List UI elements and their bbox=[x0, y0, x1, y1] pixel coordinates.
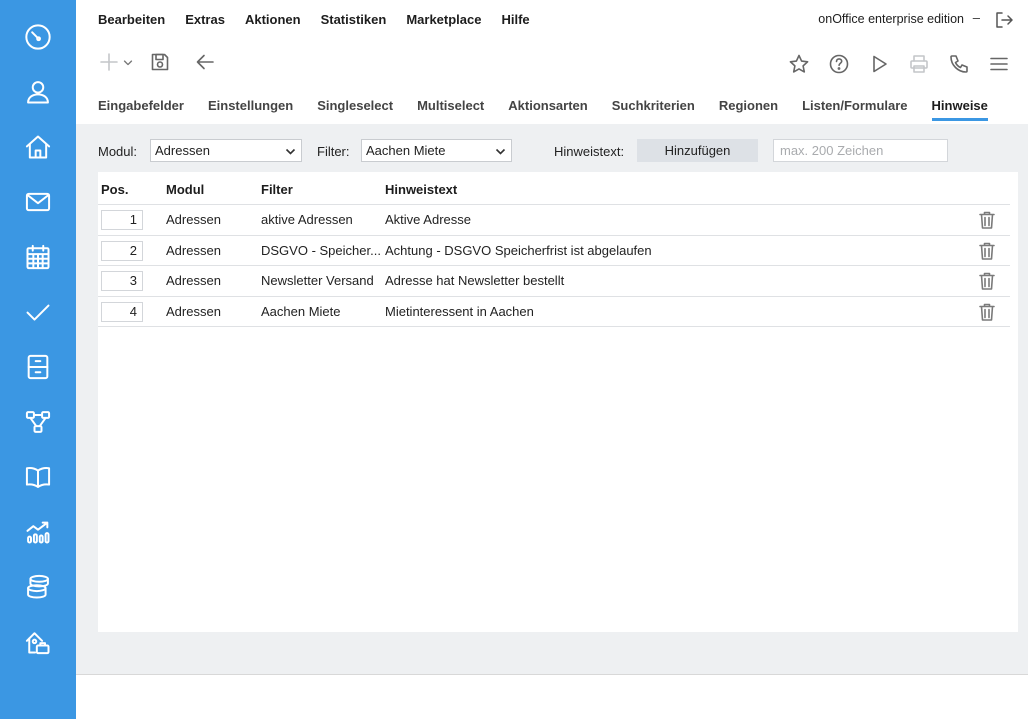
hamburger-menu-icon[interactable] bbox=[987, 52, 1011, 76]
filter-cell: DSGVO - Speicher... bbox=[261, 243, 381, 258]
print-icon[interactable] bbox=[907, 52, 931, 76]
modul-cell: Adressen bbox=[166, 273, 221, 288]
modul-label: Modul: bbox=[98, 144, 138, 159]
edition-label: onOffice enterprise edition bbox=[818, 12, 964, 26]
filter-label: Filter: bbox=[317, 144, 350, 159]
calendar-icon[interactable] bbox=[22, 241, 54, 273]
tab-regionen[interactable]: Regionen bbox=[719, 98, 778, 124]
filter-cell: aktive Adressen bbox=[261, 212, 353, 227]
workflow-icon[interactable] bbox=[22, 406, 54, 438]
filing-cabinet-icon[interactable] bbox=[22, 351, 54, 383]
trash-icon[interactable] bbox=[978, 210, 996, 230]
column-header-modul[interactable]: Modul bbox=[166, 182, 204, 197]
phone-icon[interactable] bbox=[947, 52, 971, 76]
tab-aktionsarten[interactable]: Aktionsarten bbox=[508, 98, 587, 124]
hints-table: Pos. Modul Filter Hinweistext 1 Adressen… bbox=[98, 172, 1018, 632]
position-input[interactable]: 2 bbox=[101, 241, 143, 261]
save-icon[interactable] bbox=[148, 50, 172, 74]
chevron-down-icon bbox=[285, 145, 296, 156]
star-icon[interactable] bbox=[787, 52, 811, 76]
mail-icon[interactable] bbox=[22, 186, 54, 218]
tab-hinweise[interactable]: Hinweise bbox=[931, 98, 989, 124]
menu-hilfe[interactable]: Hilfe bbox=[501, 12, 529, 30]
modul-select-value: Adressen bbox=[155, 143, 210, 158]
position-input[interactable]: 1 bbox=[101, 210, 143, 230]
property-icon[interactable] bbox=[22, 626, 54, 658]
hinweistext-cell: Mietinteressent in Aachen bbox=[385, 304, 534, 319]
menu-extras[interactable]: Extras bbox=[185, 12, 225, 30]
statistics-icon[interactable] bbox=[22, 516, 54, 548]
add-dropdown-chevron-icon[interactable] bbox=[121, 50, 135, 74]
hinweistext-label: Hinweistext: bbox=[554, 144, 625, 159]
menu-statistiken[interactable]: Statistiken bbox=[321, 12, 387, 30]
tab-listen-formulare[interactable]: Listen/Formulare bbox=[802, 98, 907, 124]
modul-select[interactable]: Adressen bbox=[150, 139, 302, 162]
modul-cell: Adressen bbox=[166, 212, 221, 227]
play-icon[interactable] bbox=[867, 52, 891, 76]
add-button[interactable]: Hinzufügen bbox=[637, 139, 758, 162]
main-menu: Bearbeiten Extras Aktionen Statistiken M… bbox=[98, 12, 550, 30]
tab-suchkriterien[interactable]: Suchkriterien bbox=[612, 98, 695, 124]
column-header-hinweistext[interactable]: Hinweistext bbox=[385, 182, 457, 197]
help-icon[interactable] bbox=[827, 52, 851, 76]
hinweistext-cell: Achtung - DSGVO Speicherfrist ist abgela… bbox=[385, 243, 652, 258]
trash-icon[interactable] bbox=[978, 241, 996, 261]
table-row[interactable]: 2 Adressen DSGVO - Speicher... Achtung -… bbox=[98, 235, 1010, 266]
tab-multiselect[interactable]: Multiselect bbox=[417, 98, 484, 124]
minimize-button[interactable]: – bbox=[973, 10, 980, 25]
add-icon[interactable] bbox=[97, 50, 121, 74]
position-input[interactable]: 4 bbox=[101, 302, 143, 322]
chevron-down-icon bbox=[495, 145, 506, 156]
tab-einstellungen[interactable]: Einstellungen bbox=[208, 98, 293, 124]
filter-select[interactable]: Aachen Miete bbox=[361, 139, 512, 162]
hinweistext-cell: Aktive Adresse bbox=[385, 212, 471, 227]
trash-icon[interactable] bbox=[978, 271, 996, 291]
home-icon[interactable] bbox=[22, 131, 54, 163]
column-header-pos[interactable]: Pos. bbox=[101, 182, 128, 197]
position-input[interactable]: 3 bbox=[101, 271, 143, 291]
filter-cell: Aachen Miete bbox=[261, 304, 341, 319]
tab-bar: Eingabefelder Einstellungen Singleselect… bbox=[98, 98, 1012, 124]
filter-cell: Newsletter Versand bbox=[261, 273, 374, 288]
divider bbox=[76, 674, 1028, 675]
filter-select-value: Aachen Miete bbox=[366, 143, 446, 158]
back-arrow-icon[interactable] bbox=[193, 50, 217, 74]
hinweistext-cell: Adresse hat Newsletter bestellt bbox=[385, 273, 565, 288]
menu-bearbeiten[interactable]: Bearbeiten bbox=[98, 12, 165, 30]
check-icon[interactable] bbox=[22, 296, 54, 328]
hinweistext-input[interactable] bbox=[773, 139, 948, 162]
dashboard-icon[interactable] bbox=[22, 21, 54, 53]
menu-marketplace[interactable]: Marketplace bbox=[406, 12, 481, 30]
table-row[interactable]: 3 Adressen Newsletter Versand Adresse ha… bbox=[98, 265, 1010, 296]
menu-aktionen[interactable]: Aktionen bbox=[245, 12, 301, 30]
tab-eingabefelder[interactable]: Eingabefelder bbox=[98, 98, 184, 124]
sidebar bbox=[0, 0, 76, 719]
modul-cell: Adressen bbox=[166, 243, 221, 258]
user-icon[interactable] bbox=[22, 76, 54, 108]
modul-cell: Adressen bbox=[166, 304, 221, 319]
table-row[interactable]: 1 Adressen aktive Adressen Aktive Adress… bbox=[98, 204, 1010, 235]
table-row[interactable]: 4 Adressen Aachen Miete Mietinteressent … bbox=[98, 296, 1010, 327]
column-header-filter[interactable]: Filter bbox=[261, 182, 293, 197]
book-icon[interactable] bbox=[22, 461, 54, 493]
database-icon[interactable] bbox=[22, 571, 54, 603]
logout-icon[interactable] bbox=[994, 10, 1014, 30]
trash-icon[interactable] bbox=[978, 302, 996, 322]
tab-singleselect[interactable]: Singleselect bbox=[317, 98, 393, 124]
